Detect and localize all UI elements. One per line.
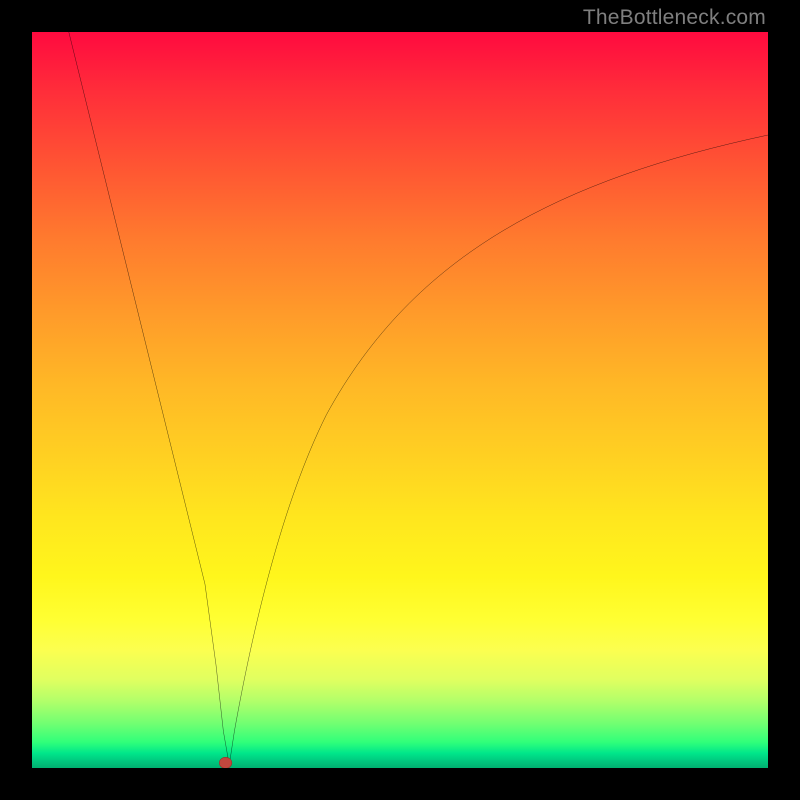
chart-frame: TheBottleneck.com bbox=[0, 0, 800, 800]
curve-svg bbox=[32, 32, 768, 768]
attribution-text: TheBottleneck.com bbox=[583, 6, 766, 30]
bottleneck-curve bbox=[69, 32, 768, 765]
optimal-marker bbox=[219, 757, 232, 768]
plot-area bbox=[32, 32, 768, 768]
